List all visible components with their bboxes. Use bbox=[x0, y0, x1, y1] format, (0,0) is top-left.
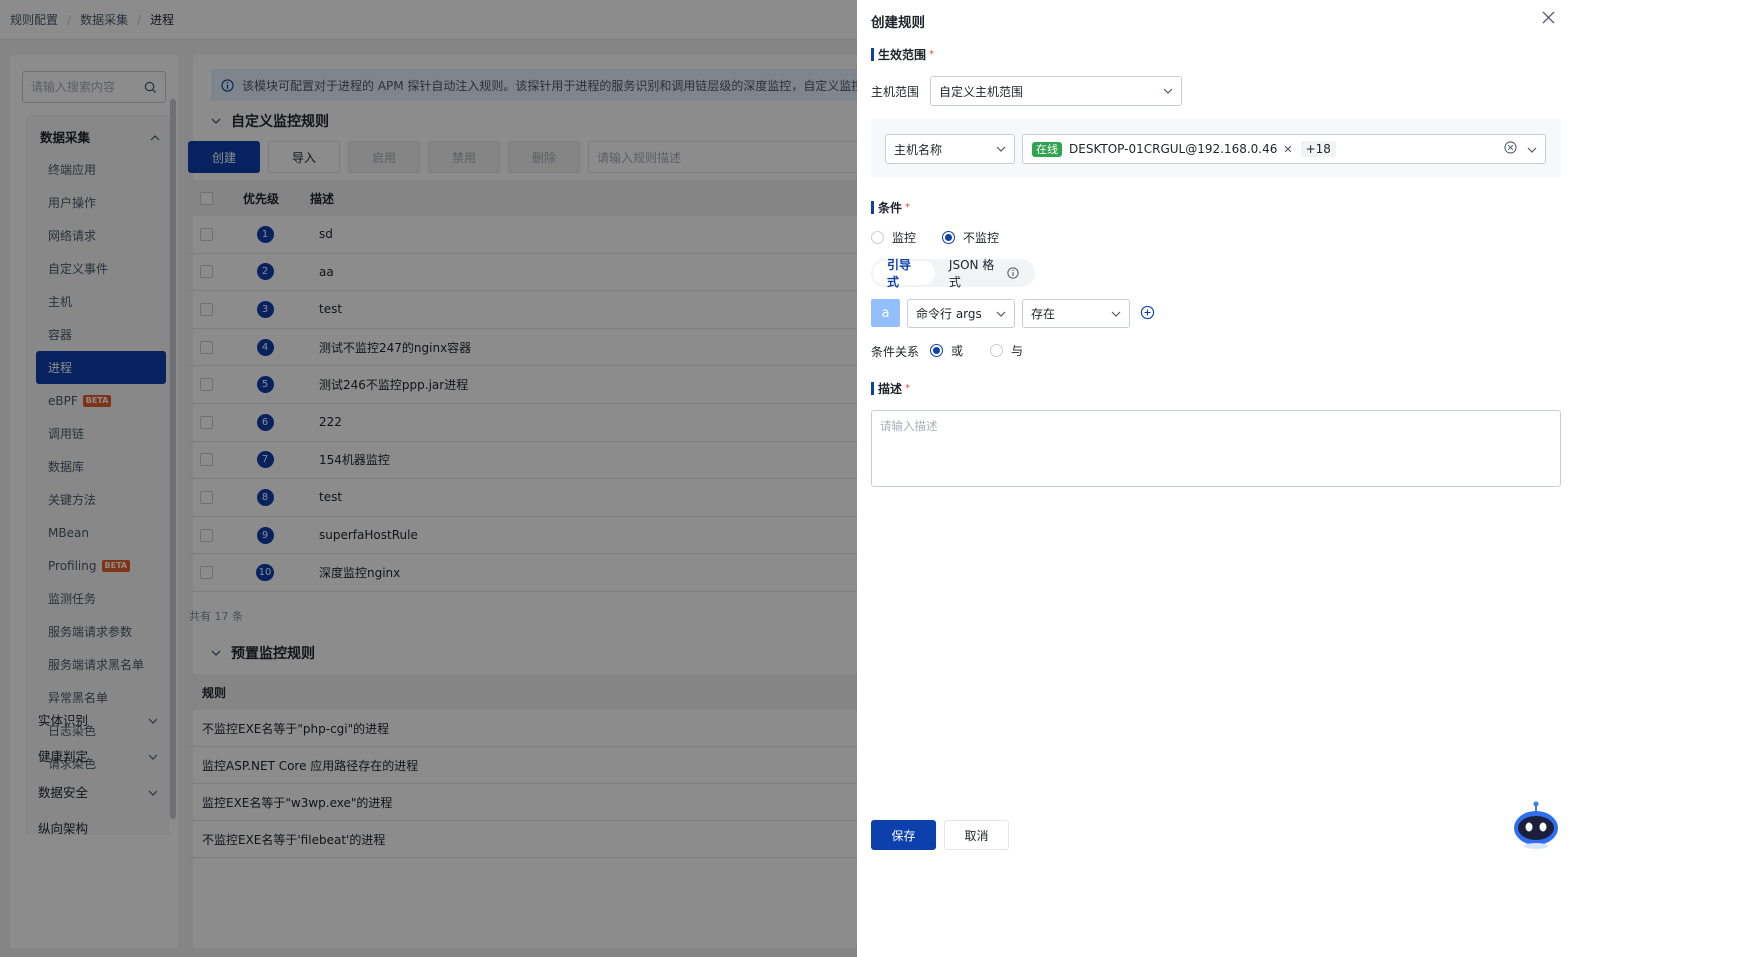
condition-field-select[interactable]: 命令行 args bbox=[907, 299, 1015, 328]
monitor-radio-option[interactable]: 监控 bbox=[871, 229, 916, 246]
radio-button-selected[interactable] bbox=[942, 231, 955, 244]
required-mark: * bbox=[905, 383, 911, 394]
host-scope-select[interactable]: 自定义主机范围 bbox=[930, 76, 1182, 106]
host-filter-panel: 主机名称 在线 DESKTOP-01CRGUL@192.168.0.46 ✕ +… bbox=[871, 119, 1561, 177]
assistant-robot-icon[interactable] bbox=[1511, 800, 1561, 850]
relation-or-option[interactable]: 或 bbox=[930, 342, 963, 359]
select-value: 命令行 args bbox=[916, 307, 982, 321]
chevron-down-icon bbox=[996, 146, 1006, 152]
required-mark: * bbox=[929, 49, 935, 60]
radio-label: 与 bbox=[1011, 344, 1024, 358]
host-tag: DESKTOP-01CRGUL@192.168.0.46 ✕ bbox=[1069, 142, 1293, 156]
condition-operator-select[interactable]: 存在 bbox=[1022, 299, 1130, 328]
close-icon[interactable] bbox=[1542, 11, 1558, 27]
condition-label: 条件 * bbox=[871, 199, 910, 216]
add-circle-icon[interactable] bbox=[1140, 305, 1156, 321]
radio-button[interactable] bbox=[990, 344, 1003, 357]
chevron-down-icon bbox=[996, 311, 1006, 317]
cancel-button[interactable]: 取消 bbox=[944, 820, 1009, 850]
chevron-down-icon[interactable] bbox=[1527, 142, 1537, 156]
host-tags-input[interactable]: 在线 DESKTOP-01CRGUL@192.168.0.46 ✕ +18 bbox=[1022, 134, 1546, 164]
tab-label: JSON 格式 bbox=[948, 258, 995, 289]
chevron-down-icon bbox=[1111, 311, 1121, 317]
save-button[interactable]: 保存 bbox=[871, 820, 936, 850]
mode-segmented-control: 引导式 JSON 格式 bbox=[871, 258, 1035, 289]
select-value: 存在 bbox=[1031, 307, 1056, 321]
select-value: 主机名称 bbox=[894, 142, 943, 157]
relation-label: 条件关系 bbox=[871, 345, 920, 359]
radio-label: 监控 bbox=[892, 231, 917, 245]
radio-button[interactable] bbox=[871, 231, 884, 244]
description-textarea[interactable] bbox=[871, 410, 1561, 487]
drawer-footer: 保存 取消 bbox=[871, 820, 1009, 850]
required-mark: * bbox=[905, 202, 911, 213]
no-monitor-radio-option[interactable]: 不监控 bbox=[942, 229, 999, 246]
create-rule-drawer: 创建规则 生效范围 * 主机范围 自定义主机范围 主机名称 在线 DESKTOP-… bbox=[857, 0, 1746, 957]
more-tags-badge[interactable]: +18 bbox=[1300, 141, 1336, 157]
relation-and-option[interactable]: 与 bbox=[990, 342, 1023, 359]
tab-json[interactable]: JSON 格式 bbox=[935, 258, 1033, 289]
tag-close-icon[interactable]: ✕ bbox=[1283, 143, 1292, 156]
host-scope-label: 主机范围 bbox=[871, 85, 920, 99]
online-badge: 在线 bbox=[1032, 141, 1062, 157]
chevron-down-icon bbox=[1163, 88, 1173, 94]
host-field-select[interactable]: 主机名称 bbox=[885, 134, 1015, 164]
radio-label: 或 bbox=[951, 344, 964, 358]
select-value: 自定义主机范围 bbox=[939, 84, 1024, 99]
drawer-title: 创建规则 bbox=[871, 15, 925, 31]
description-label: 描述 * bbox=[871, 380, 910, 397]
radio-label: 不监控 bbox=[963, 231, 1000, 245]
modal-mask[interactable] bbox=[0, 0, 857, 957]
info-icon bbox=[1007, 267, 1019, 279]
condition-variable-badge: a bbox=[871, 299, 900, 327]
tab-guided[interactable]: 引导式 bbox=[873, 258, 935, 289]
scope-label: 生效范围 * bbox=[871, 46, 934, 63]
clear-icon[interactable] bbox=[1504, 141, 1517, 157]
radio-button-selected[interactable] bbox=[930, 344, 943, 357]
host-tag-label: DESKTOP-01CRGUL@192.168.0.46 bbox=[1069, 142, 1278, 156]
